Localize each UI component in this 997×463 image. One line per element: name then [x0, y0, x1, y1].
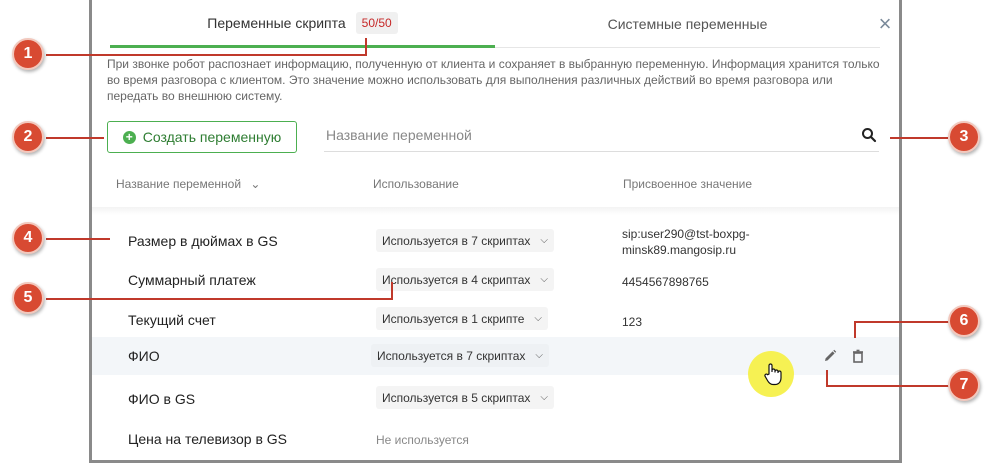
variables-count-badge: 50/50 — [355, 11, 398, 34]
column-header-name[interactable]: Название переменной ⌄ — [116, 177, 260, 191]
variable-name: Суммарный платеж — [128, 272, 256, 288]
usage-dropdown[interactable]: Используется в 7 скриптах ⌵ — [376, 229, 554, 252]
search-icon[interactable] — [861, 127, 877, 143]
callout-line-6 — [855, 321, 950, 323]
usage-label: Используется в 4 скриптах — [382, 272, 531, 287]
table-row[interactable]: Цена на телевизор в GS Не используется — [92, 418, 899, 456]
callout-marker-5: 5 — [12, 282, 44, 314]
callout-line-1-vertical — [365, 38, 367, 56]
chevron-down-icon: ⌵ — [540, 392, 548, 403]
callout-marker-3: 3 — [948, 121, 980, 153]
callout-line-2 — [46, 137, 104, 139]
usage-label: Используется в 1 скрипте — [382, 311, 525, 326]
callout-line-1 — [46, 54, 366, 56]
search-field — [324, 120, 879, 152]
callout-marker-1: 1 — [12, 38, 44, 70]
usage-status: Не используется — [376, 433, 469, 447]
hand-cursor-icon — [764, 363, 782, 386]
chevron-down-icon: ⌵ — [540, 235, 548, 246]
create-variable-label: Создать переменную — [142, 129, 282, 145]
table-row[interactable]: Текущий счет Используется в 1 скрипте ⌵ … — [92, 302, 899, 340]
column-header-value: Присвоенное значение — [623, 177, 752, 191]
tab-script-variables-label: Переменные скрипта — [207, 14, 346, 31]
search-input[interactable] — [324, 120, 879, 150]
assigned-value: 4454567898765 — [622, 274, 709, 290]
usage-label: Используется в 5 скриптах — [382, 390, 531, 405]
callout-line-5-vertical — [391, 282, 393, 300]
tab-system-variables[interactable]: Системные переменные — [495, 0, 880, 48]
column-header-name-label: Название переменной — [116, 177, 242, 191]
plus-circle-icon: + — [122, 130, 136, 144]
chevron-down-icon: ⌵ — [534, 313, 542, 324]
usage-label: Используется в 7 скриптах — [382, 233, 531, 248]
table-row[interactable]: Размер в дюймах в GS Используется в 7 ск… — [92, 222, 899, 260]
assigned-value: sip:user290@tst-boxpg- minsk89.mangosip.… — [622, 226, 750, 258]
trash-icon[interactable] — [851, 349, 865, 363]
column-header-usage: Использование — [373, 177, 459, 191]
tab-script-variables[interactable]: Переменные скрипта 50/50 — [110, 0, 495, 48]
callout-line-6-vertical — [854, 321, 856, 338]
tab-system-variables-label: Системные переменные — [607, 15, 768, 32]
assigned-value: 123 — [622, 314, 642, 330]
close-icon[interactable]: × — [875, 13, 895, 35]
callout-line-5 — [46, 298, 392, 300]
variable-name: ФИО — [128, 348, 160, 364]
chevron-down-icon: ⌵ — [535, 350, 543, 361]
callout-marker-7: 7 — [948, 369, 980, 401]
table-row[interactable]: Суммарный платеж Используется в 4 скрипт… — [92, 262, 899, 300]
assigned-value-line: 123 — [622, 315, 643, 329]
header-divider — [92, 207, 899, 215]
assigned-value-line: sip:user290@tst-boxpg- — [622, 227, 750, 241]
callout-marker-4: 4 — [12, 222, 44, 254]
usage-dropdown[interactable]: Используется в 7 скриптах ⌵ — [371, 344, 549, 367]
chevron-down-icon: ⌄ — [250, 177, 261, 191]
pencil-icon[interactable] — [823, 349, 837, 363]
usage-label: Используется в 7 скриптах — [377, 348, 526, 363]
variable-name: ФИО в GS — [128, 391, 196, 407]
variable-name: Цена на телевизор в GS — [128, 431, 288, 447]
usage-dropdown[interactable]: Используется в 1 скрипте ⌵ — [376, 307, 548, 330]
variable-name: Текущий счет — [128, 312, 216, 328]
callout-line-3 — [890, 137, 948, 139]
usage-dropdown[interactable]: Используется в 5 скриптах ⌵ — [376, 386, 554, 409]
callout-line-4 — [46, 238, 110, 240]
create-variable-button[interactable]: + Создать переменную — [107, 121, 297, 153]
chevron-down-icon: ⌵ — [540, 274, 548, 285]
callout-line-7 — [827, 385, 950, 387]
usage-dropdown[interactable]: Используется в 4 скриптах ⌵ — [376, 268, 554, 291]
assigned-value-line: minsk89.mangosip.ru — [622, 243, 737, 257]
callout-line-7-vertical — [826, 370, 828, 387]
tab-bar: Переменные скрипта 50/50 Системные перем… — [110, 0, 880, 48]
assigned-value-line: 4454567898765 — [622, 275, 709, 289]
info-text: При звонке робот распознает информацию, … — [107, 57, 880, 103]
callout-marker-6: 6 — [948, 305, 980, 337]
variable-name: Размер в дюймах в GS — [128, 233, 278, 249]
callout-marker-2: 2 — [12, 121, 44, 153]
